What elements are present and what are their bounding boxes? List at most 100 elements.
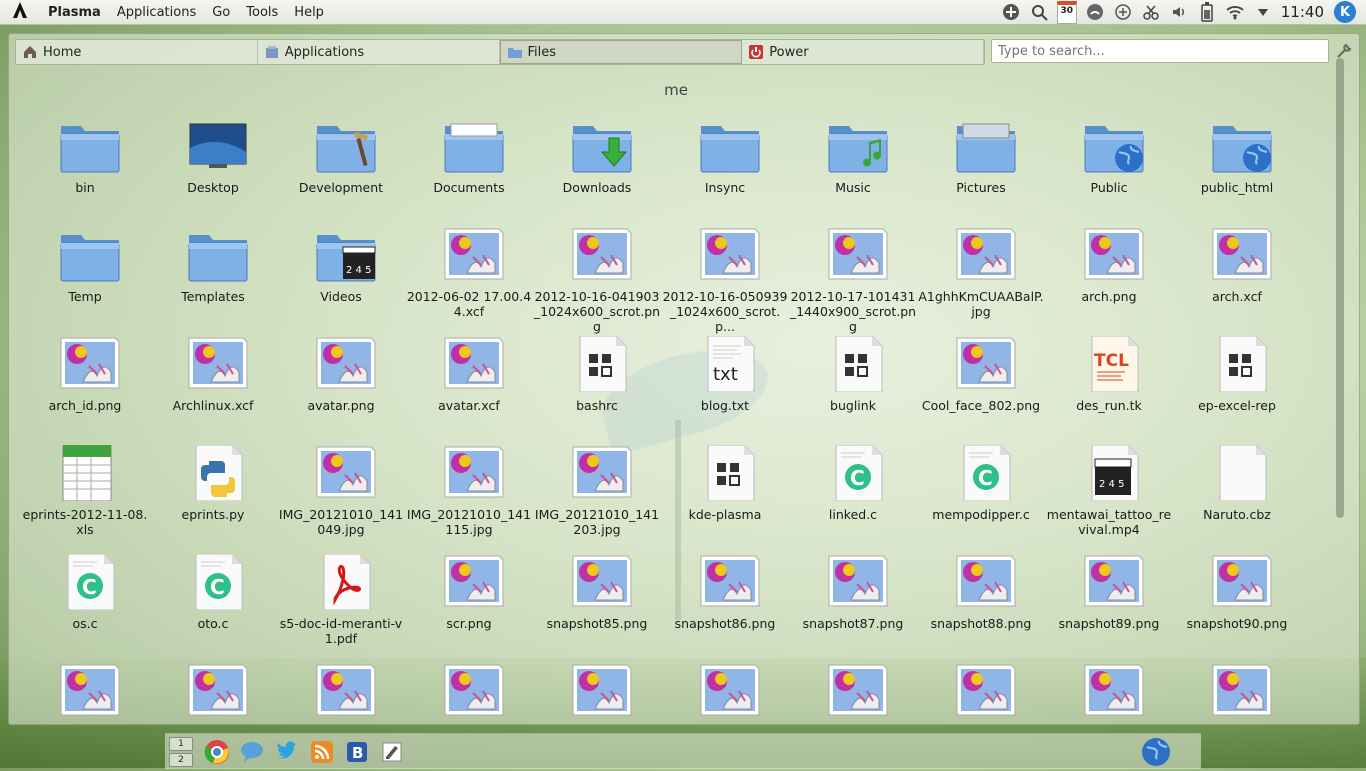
file-item[interactable] [277,657,405,722]
file-item[interactable]: IMG_20121010_141115.jpg [405,439,533,548]
calendar-icon[interactable]: 30 [1056,0,1078,24]
file-item[interactable]: Development [277,112,405,221]
file-item[interactable]: 2012-06-02 17.00.44.xcf [405,221,533,330]
scrollbar[interactable] [1343,90,1355,720]
plasma-logo-icon[interactable] [0,0,40,24]
file-item[interactable] [661,657,789,722]
chrome-icon[interactable] [203,738,231,766]
file-item[interactable]: eprints.py [149,439,277,548]
file-item[interactable]: Documents [405,112,533,221]
file-item[interactable]: Downloads [533,112,661,221]
file-item[interactable]: avatar.xcf [405,330,533,439]
twitter-icon[interactable] [273,738,301,766]
tab-power[interactable]: Power [742,40,984,64]
file-item[interactable]: 2 4 5 mentawai_tattoo_revival.mp4 [1045,439,1173,548]
menu-app-name[interactable]: Plasma [40,5,109,20]
file-item[interactable]: Archlinux.xcf [149,330,277,439]
file-item[interactable]: Music [789,112,917,221]
file-item[interactable] [405,657,533,722]
file-item[interactable]: bashrc [533,330,661,439]
file-item[interactable]: Desktop [149,112,277,221]
plus-circle-icon[interactable] [1112,1,1134,23]
file-item[interactable] [149,657,277,722]
file-item[interactable]: C mempodipper.c [917,439,1045,548]
file-item[interactable]: arch_id.png [21,330,149,439]
file-item[interactable]: Naruto.cbz [1173,439,1301,548]
pager-desktop-2[interactable]: 2 [169,753,193,767]
file-item[interactable]: Cool_face_802.png [917,330,1045,439]
search-people-icon[interactable] [1028,1,1050,23]
menu-go[interactable]: Go [204,5,238,20]
file-item[interactable]: Templates [149,221,277,330]
file-item[interactable]: buglink [789,330,917,439]
file-item[interactable]: scr.png [405,548,533,657]
file-item[interactable]: C oto.c [149,548,277,657]
file-item[interactable]: Insync [661,112,789,221]
globe-icon[interactable] [1141,737,1171,767]
network-manager-icon[interactable] [1084,1,1106,23]
image-icon [1083,227,1145,283]
file-item[interactable]: ep-excel-rep [1173,330,1301,439]
file-item[interactable]: kde-plasma [661,439,789,548]
menu-applications[interactable]: Applications [109,5,204,20]
file-item[interactable]: snapshot85.png [533,548,661,657]
menu-tools[interactable]: Tools [238,5,286,20]
file-item[interactable]: 2 4 5 Videos [277,221,405,330]
file-item[interactable] [533,657,661,722]
file-item[interactable]: bin [21,112,149,221]
file-item[interactable]: IMG_20121010_141049.jpg [277,439,405,548]
search-input[interactable] [991,39,1329,63]
file-item[interactable]: snapshot88.png [917,548,1045,657]
file-item[interactable] [1173,657,1301,722]
tab-files[interactable]: Files [499,40,743,64]
add-icon[interactable] [1000,1,1022,23]
pager-desktop-1[interactable]: 1 [169,737,193,751]
battery-icon[interactable] [1196,1,1218,23]
file-item[interactable]: 2012-10-16-041903_1024x600_scrot.png [533,221,661,334]
menu-help[interactable]: Help [286,5,332,20]
desktop-pager[interactable]: 1 2 [169,737,193,767]
file-item[interactable]: public_html [1173,112,1301,221]
file-item[interactable]: A1ghhKmCUAABalP.jpg [917,221,1045,330]
file-item[interactable]: Public [1045,112,1173,221]
file-label: mempodipper.c [932,507,1030,522]
file-item[interactable]: IMG_20121010_141203.jpg [533,439,661,548]
kde-badge-icon[interactable]: K [1334,1,1356,23]
volume-icon[interactable] [1168,1,1190,23]
file-item[interactable] [1045,657,1173,722]
wifi-icon[interactable] [1224,1,1246,23]
pdf-icon [315,553,377,611]
file-item[interactable]: s5-doc-id-meranti-v1.pdf [277,548,405,657]
launcher-tabbar: Home Applications Files Power [15,39,985,65]
file-item[interactable]: snapshot86.png [661,548,789,657]
image-icon [827,663,889,719]
file-item[interactable]: eprints-2012-11-08.xls [21,439,149,548]
scrollbar-thumb[interactable] [1336,58,1344,518]
file-item[interactable]: TCL des_run.tk [1045,330,1173,439]
file-item[interactable]: 2012-10-17-101431_1440x900_scrot.png [789,221,917,334]
blogilo-icon[interactable]: B [343,738,371,766]
file-item[interactable]: arch.xcf [1173,221,1301,330]
file-item[interactable]: arch.png [1045,221,1173,330]
clock[interactable]: 11:40 [1281,3,1324,21]
editor-icon[interactable] [378,738,406,766]
file-item[interactable]: snapshot89.png [1045,548,1173,657]
expand-arrow-icon[interactable] [1252,1,1274,23]
file-item[interactable] [789,657,917,722]
file-item[interactable]: 2012-10-16-050939_1024x600_scrot.p... [661,221,789,334]
file-item[interactable]: snapshot87.png [789,548,917,657]
file-item[interactable]: snapshot90.png [1173,548,1301,657]
tab-home[interactable]: Home [16,40,258,64]
file-item[interactable]: C os.c [21,548,149,657]
file-item[interactable]: C linked.c [789,439,917,548]
chat-icon[interactable] [238,738,266,766]
file-item[interactable]: Pictures [917,112,1045,221]
file-item[interactable] [917,657,1045,722]
tab-applications[interactable]: Applications [258,40,500,64]
rss-icon[interactable] [308,738,336,766]
scissors-icon[interactable] [1140,1,1162,23]
file-item[interactable] [21,657,149,722]
file-item[interactable]: avatar.png [277,330,405,439]
file-item[interactable]: Temp [21,221,149,330]
file-item[interactable]: txt blog.txt [661,330,789,439]
